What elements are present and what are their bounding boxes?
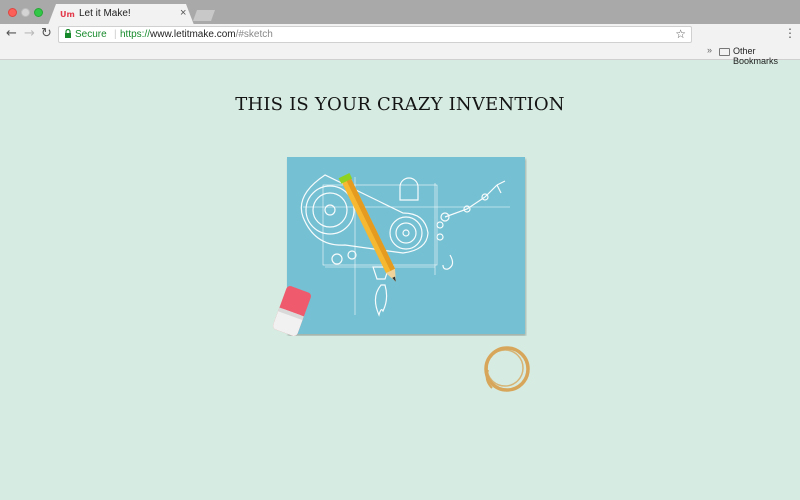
lock-icon — [65, 29, 71, 38]
back-arrow-icon[interactable]: ← — [6, 26, 17, 41]
page-headline: THIS IS YOUR CRAZY INVENTION — [235, 94, 565, 115]
site-favicon-icon: Um — [60, 10, 75, 19]
tab-close-icon[interactable]: × — [180, 7, 186, 19]
url-text[interactable]: https://www.letitmake.com/#sketch — [120, 29, 273, 40]
address-bar[interactable]: Secure | https://www.letitmake.com/#sket… — [58, 26, 692, 43]
bookmark-star-icon[interactable]: ☆ — [675, 27, 686, 41]
reload-icon[interactable]: ↻ — [41, 26, 52, 41]
security-label: Secure — [75, 29, 107, 40]
window-minimize-button[interactable] — [21, 8, 30, 17]
other-bookmarks-link[interactable]: Other Bookmarks — [733, 46, 800, 66]
browser-titlebar: Um Let it Make! × — [0, 0, 800, 25]
folder-icon — [719, 48, 730, 56]
url-protocol: https:// — [120, 29, 151, 40]
url-path: /#sketch — [235, 29, 273, 40]
url-host: www.letitmake.com — [150, 29, 236, 40]
browser-toolbar: ← → ↻ Secure | https://www.letitmake.com… — [0, 24, 800, 44]
blueprint-sketch-illustration — [287, 157, 525, 334]
browser-tab[interactable]: Um Let it Make! × — [48, 4, 194, 25]
coffee-stain-illustration — [484, 346, 530, 392]
bookmarks-overflow-icon[interactable]: » — [707, 45, 712, 55]
window-maximize-button[interactable] — [34, 8, 43, 17]
bookmarks-bar: » Other Bookmarks — [0, 44, 800, 66]
eraser-illustration — [273, 286, 311, 336]
browser-menu-icon[interactable]: ⋮ — [784, 26, 796, 40]
new-tab-button[interactable] — [193, 10, 215, 21]
window-close-button[interactable] — [8, 8, 17, 17]
forward-arrow-icon[interactable]: → — [24, 26, 35, 41]
omnibox-separator: | — [114, 29, 117, 40]
tab-title: Let it Make! — [79, 8, 131, 19]
